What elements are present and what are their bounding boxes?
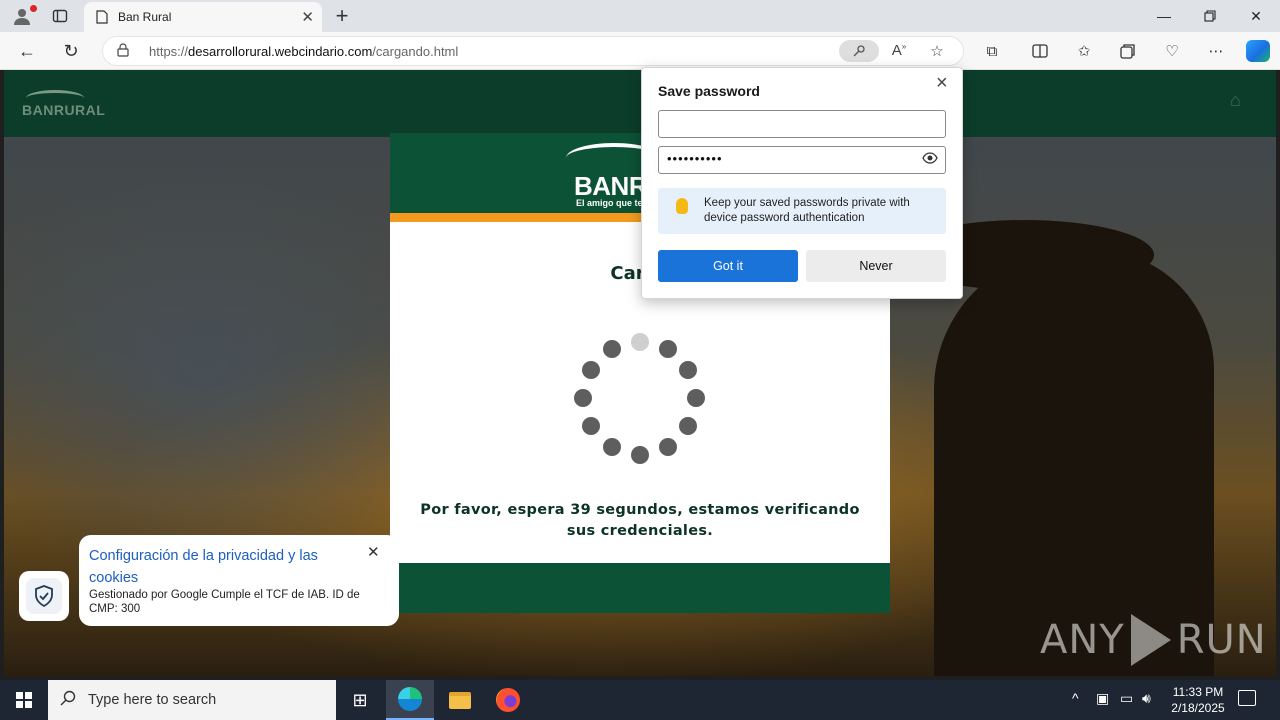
notification-icon[interactable] <box>1238 690 1256 706</box>
start-button[interactable] <box>0 680 48 720</box>
read-aloud-icon[interactable]: A» <box>889 42 909 59</box>
profile-notification-dot <box>30 5 37 12</box>
spinner-dot <box>659 438 677 456</box>
url-text: https://desarrollorural.webcindario.com/… <box>149 44 459 59</box>
refresh-button[interactable]: ↻ <box>58 39 84 63</box>
cookie-notice: Configuración de la privacidad y las coo… <box>79 535 399 626</box>
screen: Ban Rural ✕ + — ✕ ← ↻ https://desarrollo… <box>0 0 1280 720</box>
taskbar-firefox[interactable] <box>484 680 532 720</box>
username-field[interactable] <box>658 110 946 138</box>
tab-bar: Ban Rural ✕ + — ✕ <box>0 0 1280 32</box>
close-icon[interactable]: ✕ <box>367 543 380 561</box>
collections-icon[interactable] <box>1116 40 1140 62</box>
loading-spinner <box>573 333 707 467</box>
search-icon <box>60 690 80 711</box>
web-page: BANRURAL ⌂ BANRU El amigo que te Carga P… <box>4 70 1276 676</box>
taskbar-search[interactable]: Type here to search <box>48 680 336 720</box>
taskbar: Type here to search ⊞ ^ ▣ ▭ 🔊︎ 11:33 PM … <box>0 680 1280 720</box>
spinner-dot <box>631 446 649 464</box>
edge-icon <box>398 687 422 711</box>
header-logo[interactable]: BANRURAL <box>22 90 105 122</box>
chevron-up-icon[interactable]: ^ <box>1072 690 1079 706</box>
spinner-dot <box>582 361 600 379</box>
spinner-dot <box>679 417 697 435</box>
password-field[interactable]: •••••••••• <box>658 146 946 174</box>
copilot-icon[interactable] <box>1246 40 1270 62</box>
cookie-notice-title[interactable]: Configuración de la privacidad y las coo… <box>89 545 359 589</box>
spinner-dot <box>582 417 600 435</box>
taskbar-file-explorer[interactable] <box>436 680 484 720</box>
minimize-button[interactable]: — <box>1142 4 1186 28</box>
spinner-dot <box>603 340 621 358</box>
lock-icon[interactable] <box>117 43 129 60</box>
split-screen-icon[interactable] <box>1028 40 1052 62</box>
site-header: BANRURAL ⌂ <box>4 70 1276 137</box>
search-placeholder: Type here to search <box>88 692 217 708</box>
close-icon[interactable]: × <box>936 72 948 95</box>
system-clock[interactable]: 11:33 PM 2/18/2025 <box>1160 684 1236 716</box>
verification-message: Por favor, espera 39 segundos, estamos v… <box>420 502 860 539</box>
cookie-notice-body: Gestionado por Google Cumple el TCF de I… <box>89 589 360 615</box>
password-tip: Keep your saved passwords private with d… <box>658 188 946 234</box>
back-button[interactable]: ← <box>14 39 40 63</box>
folder-icon <box>449 691 471 709</box>
tab-actions-icon[interactable] <box>48 4 72 28</box>
restore-button[interactable] <box>1188 4 1232 28</box>
cookie-settings-button[interactable] <box>19 571 69 621</box>
spinner-dot <box>631 333 649 351</box>
close-tab-icon[interactable]: ✕ <box>301 8 314 26</box>
spinner-dot <box>574 389 592 407</box>
windows-icon <box>16 692 32 708</box>
device-icon[interactable]: ▣ <box>1096 690 1109 707</box>
save-password-dialog: Save password × •••••••••• Keep your sav… <box>641 67 963 299</box>
page-icon <box>96 10 108 24</box>
got-it-button[interactable]: Got it <box>658 250 798 282</box>
home-icon[interactable]: ⌂ <box>1230 90 1241 111</box>
key-icon[interactable] <box>839 40 879 62</box>
card-footer <box>390 563 890 613</box>
tab-title: Ban Rural <box>118 10 172 24</box>
clock-time: 11:33 PM <box>1172 685 1224 699</box>
close-window-button[interactable]: ✕ <box>1234 4 1278 28</box>
browser-tab[interactable]: Ban Rural ✕ <box>84 2 322 32</box>
spinner-dot <box>679 361 697 379</box>
firefox-icon <box>496 688 520 712</box>
favorites-icon[interactable]: ✩ <box>1072 40 1096 62</box>
spinner-dot <box>603 438 621 456</box>
shield-icon <box>26 578 62 614</box>
task-view-button[interactable]: ⊞ <box>336 680 384 720</box>
spinner-dot <box>687 389 705 407</box>
clock-date: 2/18/2025 <box>1171 701 1225 715</box>
heart-pulse-icon[interactable]: ♡ <box>1160 40 1184 62</box>
address-bar-row: ← ↻ https://desarrollorural.webcindario.… <box>0 32 1280 70</box>
more-icon[interactable]: ⋯ <box>1204 40 1228 62</box>
anyrun-watermark: ANY RUN <box>1040 610 1267 670</box>
task-view-icon: ⊞ <box>352 689 368 710</box>
dialog-title: Save password <box>658 83 760 99</box>
taskbar-edge[interactable] <box>386 680 434 720</box>
eye-icon[interactable] <box>922 152 938 167</box>
never-button[interactable]: Never <box>806 250 946 282</box>
spinner-dot <box>659 340 677 358</box>
network-icon[interactable]: ▭ <box>1120 690 1133 707</box>
url-field[interactable]: https://desarrollorural.webcindario.com/… <box>102 36 964 66</box>
tip-text: Keep your saved passwords private with d… <box>704 197 910 224</box>
volume-icon[interactable]: 🔊︎ <box>1142 690 1151 707</box>
puzzle-icon[interactable]: ⧉ <box>980 40 1004 62</box>
lightbulb-icon <box>676 198 688 214</box>
new-tab-button[interactable]: + <box>330 3 354 29</box>
star-icon[interactable]: ☆ <box>927 42 947 60</box>
